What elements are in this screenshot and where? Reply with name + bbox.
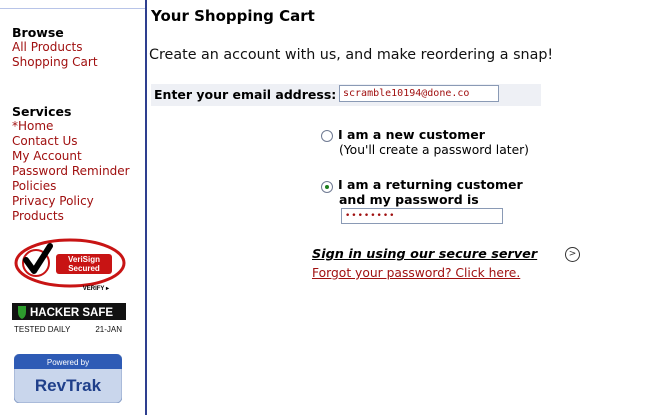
verisign-verify: VERIFY ▸ xyxy=(83,286,110,292)
intro-text: Create an account with us, and make reor… xyxy=(149,47,554,63)
hacker-safe-text: HACKER SAFE xyxy=(30,307,113,319)
sidebar-top-rule xyxy=(0,8,145,9)
sidebar-divider xyxy=(145,0,147,415)
new-customer-radio[interactable] xyxy=(321,130,333,142)
powered-by-text: Powered by xyxy=(47,358,89,367)
forgot-password-link[interactable]: Forgot your password? Click here. xyxy=(312,266,520,280)
services-heading: Services xyxy=(12,104,72,119)
revtrak-powered-badge[interactable]: Powered by RevTrak xyxy=(14,354,122,403)
returning-customer-radio[interactable] xyxy=(321,181,333,193)
email-field[interactable]: scramble10194@done.co xyxy=(339,85,499,102)
new-customer-subtext: (You'll create a password later) xyxy=(339,143,529,157)
sidebar-link-privacy-policy[interactable]: Privacy Policy xyxy=(12,194,130,209)
revtrak-logo-text: RevTrak xyxy=(35,376,102,395)
sidebar-link-my-account[interactable]: My Account xyxy=(12,149,130,164)
browse-heading: Browse xyxy=(12,25,64,40)
verisign-line2: Secured xyxy=(68,264,100,273)
hacker-date-text: 21-JAN xyxy=(95,325,122,334)
browse-section: Browse All Products Shopping Cart xyxy=(12,25,98,70)
hacker-tested-text: TESTED DAILY xyxy=(14,325,71,334)
returning-customer-label: I am a returning customer xyxy=(338,177,523,192)
verisign-line1: VeriSign xyxy=(68,255,100,264)
page-frame: Browse All Products Shopping Cart Servic… xyxy=(0,0,645,415)
services-section: Services *Home Contact Us My Account Pas… xyxy=(12,104,130,224)
signin-link[interactable]: Sign in using our secure server xyxy=(312,247,537,262)
sidebar-link-contact-us[interactable]: Contact Us xyxy=(12,134,130,149)
sidebar-link-home[interactable]: *Home xyxy=(12,119,130,134)
go-arrow-icon[interactable]: > xyxy=(565,247,580,262)
sidebar-link-policies[interactable]: Policies xyxy=(12,179,130,194)
password-field[interactable]: •••••••• xyxy=(341,208,503,224)
sidebar: Browse All Products Shopping Cart Servic… xyxy=(0,0,145,415)
sidebar-link-products[interactable]: Products xyxy=(12,209,130,224)
email-label: Enter your email address: xyxy=(154,87,337,102)
sidebar-link-all-products[interactable]: All Products xyxy=(12,40,98,55)
page-title: Your Shopping Cart xyxy=(151,7,315,25)
sidebar-link-shopping-cart[interactable]: Shopping Cart xyxy=(12,55,98,70)
sidebar-link-password-reminder[interactable]: Password Reminder xyxy=(12,164,130,179)
new-customer-label: I am a new customer xyxy=(338,127,485,142)
verisign-secured-badge[interactable]: VeriSign Secured VERIFY ▸ xyxy=(14,238,126,292)
radio-selected-dot xyxy=(325,185,329,189)
main-content: Your Shopping Cart Create an account wit… xyxy=(149,0,645,415)
hacker-safe-badge[interactable]: HACKER SAFE TESTED DAILY 21-JAN xyxy=(12,303,126,337)
returning-customer-label-2: and my password is xyxy=(339,192,479,207)
email-row: Enter your email address: scramble10194@… xyxy=(151,84,541,106)
